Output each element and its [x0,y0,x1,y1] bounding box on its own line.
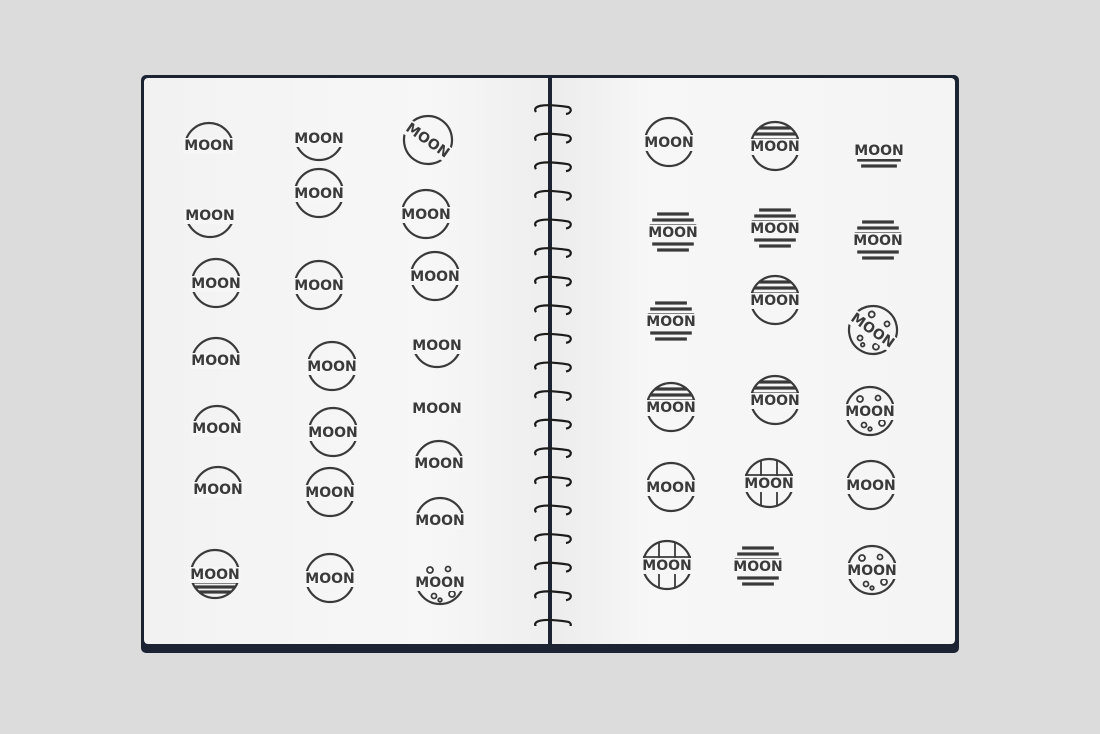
moon-logo-sketch: MOON [852,220,904,260]
moon-logo-sketch: MOON [641,539,693,591]
logo-word: MOON [414,456,463,472]
moon-logo-sketch: MOON [647,212,699,252]
logo-word: MOON [305,571,354,587]
logo-word: MOON [648,225,697,241]
logo-word: MOON [184,138,233,154]
moon-logo-sketch: MOON [846,544,898,596]
spiral-coil [534,504,572,516]
logo-word: MOON [646,400,695,416]
spiral-coil [534,304,572,316]
logo-word: MOON [853,233,902,249]
logo-word: MOON [401,207,450,223]
moon-logo-sketch: MOON [645,301,697,341]
logo-word: MOON [845,404,894,420]
moon-logo-sketch: MOON [400,188,452,240]
logo-word: MOON [733,559,782,575]
spiral-coil [534,618,572,626]
logo-word: MOON [750,139,799,155]
moon-logo-sketch: MOON [846,304,899,356]
logo-word: MOON [646,480,695,496]
spiral-coil [534,390,572,402]
logo-word: MOON [744,476,793,492]
logo-word: MOON [847,563,896,579]
spiral-coil [534,132,572,144]
logo-word: MOON [750,221,799,237]
moon-logo-sketch: MOON [845,459,897,511]
moon-logo-sketch: MOON [307,406,359,458]
spiral-coil [534,418,572,430]
logo-word: MOON [193,482,242,498]
moon-logo-sketch: MOON [414,496,466,529]
moon-logo-sketch: MOON [414,565,466,606]
logo-word: MOON [185,208,234,224]
logo-word: MOON [305,485,354,501]
moon-logo-sketch: MOON [853,143,905,168]
spiral-coil [534,447,572,459]
spiral-coil [534,247,572,259]
logo-word: MOON [412,338,461,354]
logo-word: MOON [750,293,799,309]
moon-logo-sketch: MOON [192,465,244,498]
logo-word: MOON [191,353,240,369]
spiral-coil [534,218,572,230]
moon-logo-sketch: MOON [411,338,463,369]
moon-logo-sketch: MOON [183,121,235,154]
logo-word: MOON [646,314,695,330]
moon-logo-sketch: MOON [743,457,795,509]
logo-word: MOON [415,575,464,591]
logo-word: MOON [294,278,343,294]
logo-word: MOON [854,143,903,159]
logo-word: MOON [644,135,693,151]
spiral-coil [534,561,572,573]
logo-word: MOON [192,421,241,437]
spiral-coil [534,275,572,287]
moon-logo-sketch: MOON [413,439,465,472]
moon-logo-sketch: MOON [643,116,695,168]
moon-logo-sketch: MOON [844,385,896,437]
logo-word: MOON [308,425,357,441]
moon-logo-sketch: MOON [304,552,356,604]
spiral-binding [534,104,572,626]
moon-logo-sketch: MOON [306,340,358,392]
spiral-coil [534,475,572,487]
moon-logo-sketch: MOON [293,167,345,219]
logo-word: MOON [750,393,799,409]
moon-logo-sketch: MOON [189,548,241,600]
logo-word: MOON [410,269,459,285]
logo-word: MOON [294,186,343,202]
spiral-coil [534,189,572,201]
moon-logo-sketch: MOON [749,274,801,326]
moon-logo-sketch: MOON [749,208,801,248]
logo-word: MOON [412,401,461,417]
moon-logo-sketch: MOON [401,114,454,166]
logo-word: MOON [294,131,343,147]
spiral-coil [534,590,572,602]
logo-word: MOON [191,276,240,292]
moon-logo-sketch: MOON [645,381,697,433]
moon-logo-sketch: MOON [749,120,801,172]
logo-word: MOON [642,558,691,574]
moon-logo-sketch: MOON [732,546,784,586]
spiral-coil [534,161,572,173]
moon-logo-sketch: MOON [293,259,345,311]
logo-word: MOON [415,513,464,529]
spiral-coil [534,104,572,116]
logo-word: MOON [307,359,356,375]
moon-logo-sketch: MOON [190,257,242,309]
logo-word: MOON [846,478,895,494]
moon-logo-sketch: MOON [409,250,461,302]
spiral-coil [534,533,572,545]
moon-logo-sketch: MOON [645,461,697,513]
moon-logo-sketch: MOON [749,374,801,426]
moon-logo-sketch: MOON [304,466,356,518]
moon-logo-sketch: MOON [190,336,242,369]
logo-word: MOON [190,567,239,583]
spiral-coil [534,361,572,373]
moon-logo-sketch: MOON [191,404,243,437]
moon-logo-sketch: MOON [184,208,236,239]
spiral-coil [534,332,572,344]
